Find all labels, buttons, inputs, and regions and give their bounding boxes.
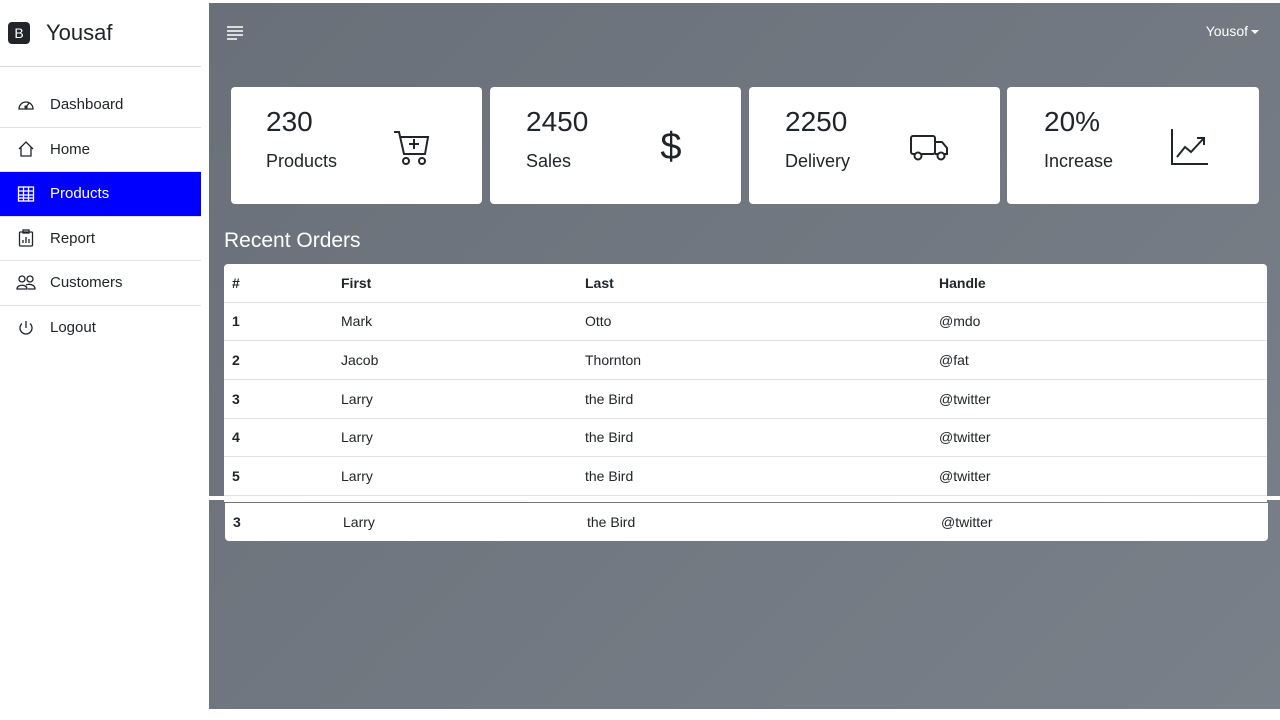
- stat-label: Products: [266, 151, 338, 171]
- sidebar: B Yousaf Dashboard Home Products Report …: [0, 0, 209, 720]
- sidebar-item-label: Customers: [50, 274, 123, 292]
- first-name-cell: Larry: [343, 514, 375, 530]
- first-name-cell: Larry: [333, 456, 577, 496]
- stat-value: 230: [266, 106, 313, 137]
- table-row[interactable]: 3 Larry the Bird @twitter: [224, 379, 1267, 419]
- last-name-cell: the Bird: [587, 514, 636, 530]
- stat-value: 2250: [785, 106, 848, 137]
- stat-card-products: 230 Products: [231, 87, 482, 204]
- sidebar-nav: Dashboard Home Products Report Customers: [0, 83, 201, 350]
- table-row[interactable]: 1 Mark Otto @mdo: [224, 302, 1267, 342]
- first-name-cell: Larry: [333, 418, 577, 458]
- divider: [0, 66, 201, 67]
- first-name-cell: Mark: [333, 302, 577, 342]
- table-icon: [16, 184, 36, 204]
- brand[interactable]: B Yousaf: [0, 0, 209, 66]
- user-name: Yousof: [1205, 23, 1248, 39]
- brand-name: Yousaf: [46, 20, 113, 45]
- row-index: 4: [224, 418, 333, 458]
- stat-label: Increase: [1044, 151, 1114, 171]
- people-icon: [16, 273, 36, 293]
- handle-cell: @mdo: [931, 302, 1267, 342]
- handle-cell: @twitter: [931, 418, 1267, 458]
- user-dropdown[interactable]: Yousof: [1206, 23, 1259, 39]
- dollar-icon: $: [660, 125, 682, 168]
- row-index: 5: [224, 456, 333, 496]
- main-content: Yousof 230 Products 2450 Sales $ 2250 De…: [209, 3, 1280, 709]
- last-name-cell: Otto: [577, 302, 931, 342]
- house-icon: [16, 139, 36, 159]
- column-header[interactable]: Last: [577, 264, 931, 303]
- caret-down-icon: [1251, 30, 1259, 35]
- stat-card-increase: 20% Increase: [1007, 87, 1259, 204]
- column-header[interactable]: First: [333, 264, 577, 303]
- sidebar-item-logout[interactable]: Logout: [0, 306, 201, 351]
- graph-up-icon: [1167, 125, 1211, 169]
- stat-value: 2450: [526, 106, 589, 137]
- table-row[interactable]: 5 Larry the Bird @twitter: [224, 456, 1267, 496]
- table-header-row: # First Last Handle: [224, 264, 1267, 303]
- first-name-cell: Jacob: [333, 340, 577, 380]
- table-row[interactable]: 2 Jacob Thornton @fat: [224, 340, 1267, 380]
- section-title: Recent Orders: [224, 229, 361, 252]
- table-row[interactable]: 4 Larry the Bird @twitter: [224, 418, 1267, 458]
- divider: [0, 496, 1280, 500]
- sidebar-item-dashboard[interactable]: Dashboard: [0, 83, 201, 128]
- row-index: 2: [224, 340, 333, 380]
- sidebar-item-home[interactable]: Home: [0, 128, 201, 172]
- truck-icon: [907, 125, 951, 169]
- sidebar-item-label: Logout: [50, 319, 96, 337]
- handle-cell: @twitter: [941, 514, 993, 530]
- column-header[interactable]: #: [224, 264, 333, 303]
- first-name-cell: Larry: [333, 379, 577, 419]
- column-header[interactable]: Handle: [931, 264, 1267, 303]
- hamburger-icon[interactable]: [225, 25, 247, 43]
- row-index: 1: [224, 302, 333, 342]
- clipboard-chart-icon: [16, 228, 36, 248]
- last-name-cell: Thornton: [577, 340, 931, 380]
- brand-logo: B: [8, 22, 30, 44]
- table-row[interactable]: 3 Larry the Bird @twitter: [225, 503, 1268, 541]
- cart-plus-icon: [390, 125, 434, 169]
- stat-value: 20%: [1044, 106, 1101, 137]
- last-name-cell: the Bird: [577, 379, 931, 419]
- sidebar-item-label: Dashboard: [50, 96, 124, 114]
- power-icon: [16, 318, 36, 338]
- handle-cell: @twitter: [931, 456, 1267, 496]
- stat-label: Delivery: [785, 151, 851, 171]
- stat-card-delivery: 2250 Delivery: [749, 87, 1000, 204]
- sidebar-item-label: Report: [50, 229, 96, 247]
- sidebar-item-label: Home: [50, 140, 91, 158]
- sidebar-item-label: Products: [50, 185, 110, 203]
- stat-label: Sales: [526, 151, 572, 171]
- last-name-cell: the Bird: [577, 418, 931, 458]
- sidebar-item-products[interactable]: Products: [0, 172, 201, 217]
- row-index: 3: [224, 379, 333, 419]
- handle-cell: @fat: [931, 340, 1267, 380]
- handle-cell: @twitter: [931, 379, 1267, 419]
- sidebar-item-report[interactable]: Report: [0, 217, 201, 261]
- row-index: 3: [233, 514, 241, 530]
- speedometer-icon: [16, 95, 36, 115]
- stat-card-sales: 2450 Sales $: [490, 87, 741, 204]
- sidebar-item-customers[interactable]: Customers: [0, 261, 201, 306]
- orders-table: # First Last Handle 1 Mark Otto @mdo 2 J…: [224, 264, 1267, 502]
- last-name-cell: the Bird: [577, 456, 931, 496]
